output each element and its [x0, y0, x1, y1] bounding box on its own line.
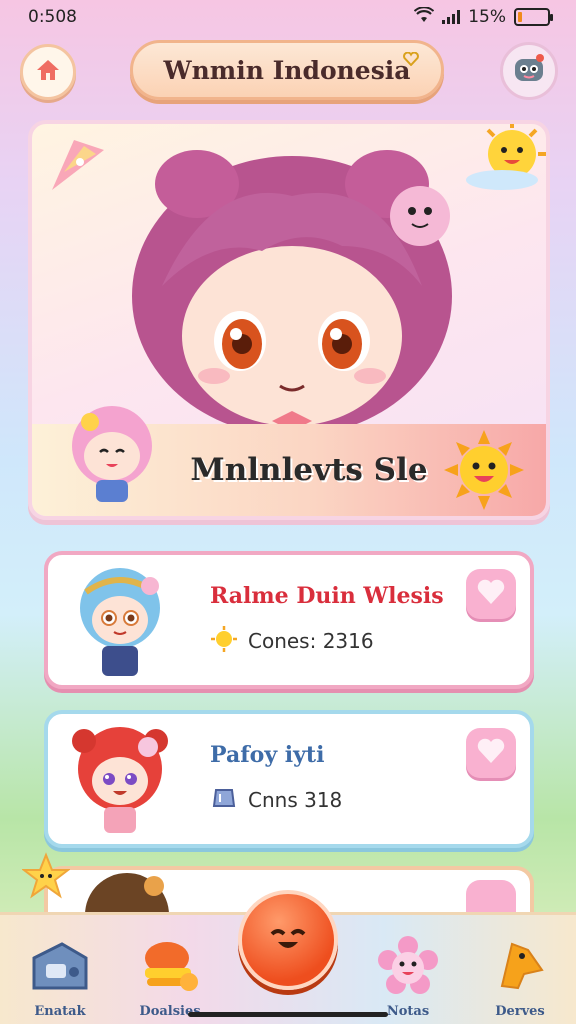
nav-item-notas[interactable]: Notas — [358, 923, 458, 1019]
home-button[interactable] — [20, 44, 76, 100]
sun-face-icon — [462, 124, 546, 202]
signal-icon — [442, 10, 461, 24]
featured-character-name: Mnlnlevts Sle — [190, 452, 428, 488]
center-action-button[interactable] — [238, 890, 338, 990]
app-title-banner: Wnmin Indonesia — [130, 40, 444, 100]
profile-mascot-button[interactable] — [500, 42, 558, 100]
featured-name-banner: Mnlnlevts Sle — [32, 406, 546, 516]
battery-percent: 15% — [468, 7, 506, 27]
character-name: Pafoy iyti — [210, 741, 325, 768]
gem-icon — [210, 784, 238, 817]
coins-label: Cnns 318 — [248, 788, 343, 812]
character-avatar — [60, 560, 180, 680]
character-avatar — [60, 719, 180, 839]
character-coins: Cnns 318 — [210, 784, 342, 817]
robot-mascot-icon — [509, 49, 549, 93]
character-info: Pafoy iyti Cnns 318 — [210, 742, 342, 817]
sun-mascot-icon — [444, 430, 524, 514]
heart-icon — [476, 737, 506, 769]
bird-icon — [488, 936, 552, 1000]
chibi-girl-icon — [52, 394, 172, 514]
status-indicators: 15% — [414, 5, 553, 28]
nav-label: Notas — [386, 1004, 430, 1019]
character-card[interactable]: Pafoy iyti Cnns 318 — [44, 710, 534, 848]
app-title: Wnmin Indonesia — [163, 55, 411, 85]
battery-icon — [514, 8, 553, 26]
home-indicator — [188, 1012, 388, 1017]
nav-item-enatak[interactable]: Enatak — [10, 923, 110, 1019]
featured-character-card[interactable]: Mnlnlevts Sle — [28, 120, 550, 520]
character-card[interactable]: Ralme Duin Wlesis Cones: 2316 — [44, 551, 534, 689]
favorite-button[interactable] — [466, 728, 516, 778]
character-coins: Cones: 2316 — [210, 625, 444, 658]
wifi-icon — [414, 5, 435, 28]
orange-face-icon — [258, 918, 318, 962]
heart-icon — [476, 578, 506, 610]
flower-icon — [376, 936, 440, 1000]
status-bar: 0:508 15% — [0, 0, 576, 34]
burger-icon — [135, 936, 205, 1000]
favorite-button[interactable] — [466, 569, 516, 619]
device-icon — [28, 940, 92, 1000]
small-heart-icon — [403, 51, 419, 70]
character-name: Ralme Duin Wlesis — [210, 582, 444, 609]
coins-label: Cones: 2316 — [248, 629, 374, 653]
character-info: Ralme Duin Wlesis Cones: 2316 — [210, 583, 444, 658]
home-icon — [34, 56, 62, 88]
battery-level — [518, 12, 523, 22]
status-time: 0:508 — [28, 7, 77, 27]
nav-item-doalsies[interactable]: Doalsies — [120, 923, 220, 1019]
nav-label: Enatak — [34, 1004, 86, 1019]
star-badge-icon — [21, 852, 71, 904]
nav-label: Derves — [495, 1004, 545, 1019]
nav-item-derves[interactable]: Derves — [470, 923, 570, 1019]
sun-coin-icon — [210, 625, 238, 658]
